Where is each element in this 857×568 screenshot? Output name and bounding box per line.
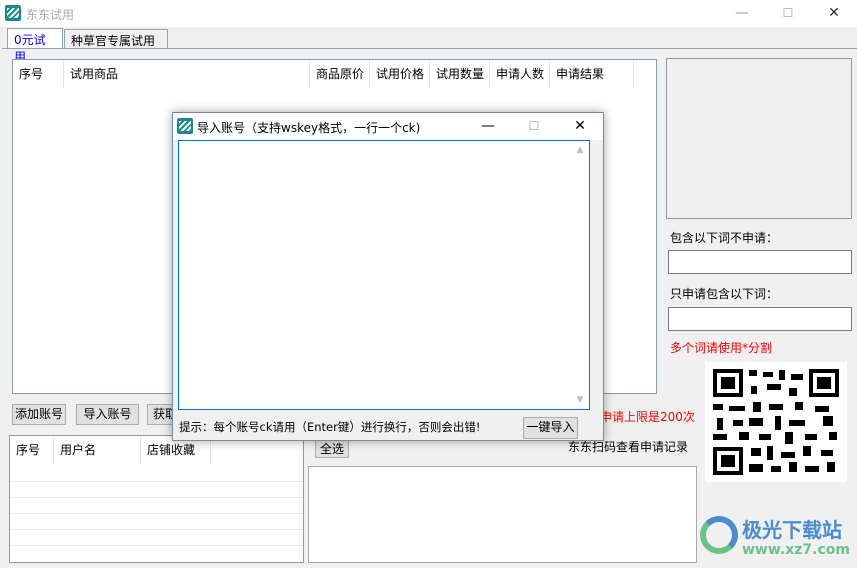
tab-grass-trial[interactable]: 种草官专属试用 xyxy=(64,29,168,49)
include-words-input[interactable] xyxy=(668,307,852,331)
dialog-hint: 提示：每个账号ck请用（Enter键）进行换行，否则会出错! xyxy=(179,420,481,434)
window-title: 东东试用 xyxy=(26,8,75,22)
tab-divider xyxy=(2,48,857,49)
col-trial-price[interactable]: 试用价格 xyxy=(370,60,430,88)
app-icon xyxy=(177,118,193,134)
col-original-price[interactable]: 商品原价 xyxy=(310,60,370,88)
watermark-url: www.xz7.com xyxy=(742,542,850,558)
maximize-button[interactable]: ☐ xyxy=(765,0,811,27)
scrollbar[interactable]: ▲ ▼ xyxy=(571,141,589,409)
separator-hint: 多个词请使用*分割 xyxy=(670,341,773,355)
qr-code xyxy=(705,362,847,482)
log-textarea[interactable] xyxy=(308,466,697,563)
col-quantity[interactable]: 试用数量 xyxy=(430,60,490,88)
col-index[interactable]: 序号 xyxy=(13,60,64,88)
col-result[interactable]: 申请结果 xyxy=(550,60,634,88)
dialog-title-bar: 导入账号（支持wskey格式，一行一个ck) — ☐ ✕ xyxy=(173,113,603,140)
minimize-button[interactable]: — xyxy=(719,0,765,27)
one-click-import-button[interactable]: 一键导入 xyxy=(523,417,578,439)
limit-text: 申请上限是200次 xyxy=(600,410,695,424)
close-button[interactable]: ✕ xyxy=(811,0,857,27)
dialog-title: 导入账号（支持wskey格式，一行一个ck) xyxy=(197,121,421,135)
dialog-minimize-button[interactable]: — xyxy=(465,113,511,140)
watermark: 极光下载站 www.xz7.com xyxy=(700,510,855,565)
select-all-button[interactable]: 全选 xyxy=(315,440,349,458)
ck-textarea[interactable] xyxy=(178,140,590,410)
app-icon xyxy=(5,5,21,21)
scroll-down-icon[interactable]: ▼ xyxy=(571,395,589,405)
import-account-dialog: 导入账号（支持wskey格式，一行一个ck) — ☐ ✕ ▲ ▼ 提示：每个账号… xyxy=(172,112,604,441)
accounts-table[interactable]: 序号 用户名 店铺收藏 xyxy=(9,435,304,563)
col-username[interactable]: 用户名 xyxy=(54,436,141,464)
dialog-close-button[interactable]: ✕ xyxy=(557,113,603,140)
col-product[interactable]: 试用商品 xyxy=(64,60,310,88)
watermark-name: 极光下载站 xyxy=(742,518,842,542)
product-image-box xyxy=(666,58,852,219)
dialog-maximize-button[interactable]: ☐ xyxy=(511,113,557,140)
exclude-label: 包含以下词不申请： xyxy=(670,231,779,245)
col-applicants[interactable]: 申请人数 xyxy=(490,60,550,88)
tab-free-trial[interactable]: 0元试用 xyxy=(7,28,63,64)
import-account-button[interactable]: 导入账号 xyxy=(76,404,139,425)
watermark-logo xyxy=(700,516,738,554)
col-index[interactable]: 序号 xyxy=(10,436,54,464)
include-label: 只申请包含以下词： xyxy=(670,287,779,301)
exclude-words-input[interactable] xyxy=(668,250,852,274)
scroll-up-icon[interactable]: ▲ xyxy=(571,145,589,155)
title-bar: 东东试用 — ☐ ✕ xyxy=(0,0,857,27)
add-account-button[interactable]: 添加账号 xyxy=(12,404,66,425)
